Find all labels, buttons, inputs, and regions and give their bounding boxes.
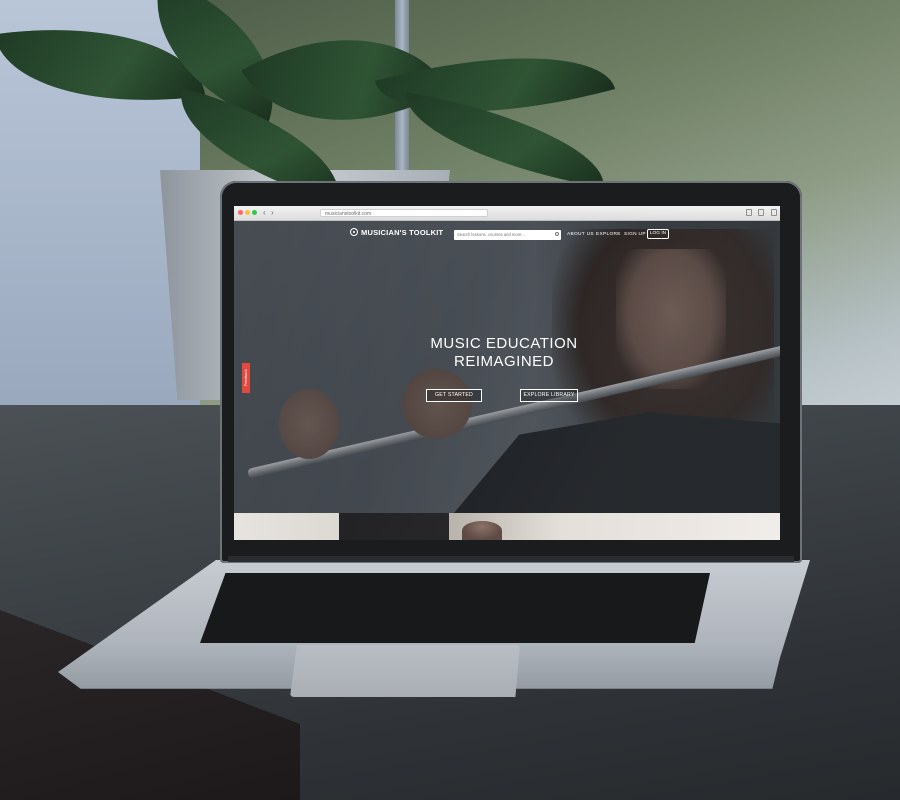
- hero-title: MUSIC EDUCATION REIMAGINED: [384, 335, 624, 371]
- chevron-left-icon[interactable]: ‹: [263, 208, 266, 218]
- logo-icon: [350, 228, 358, 236]
- site-logo[interactable]: MUSICIAN'S TOOLKIT: [350, 226, 443, 238]
- tabs-icon[interactable]: [758, 209, 764, 216]
- search-input[interactable]: Search lessons, courses and more...: [454, 230, 561, 240]
- site-header: MUSICIAN'S TOOLKIT Search lessons, cours…: [234, 221, 780, 241]
- sidebar-icon[interactable]: [771, 209, 777, 216]
- explore-library-button[interactable]: EXPLORE LIBRARY: [520, 389, 578, 402]
- browser-toolbar: ‹ › musicianstoolkit.com: [234, 206, 780, 221]
- address-bar[interactable]: musicianstoolkit.com: [320, 209, 488, 217]
- close-window-icon[interactable]: [238, 210, 243, 215]
- maximize-window-icon[interactable]: [252, 210, 257, 215]
- hero-section: MUSICIAN'S TOOLKIT Search lessons, cours…: [234, 221, 780, 513]
- search-icon[interactable]: [555, 232, 559, 236]
- below-fold-image: [339, 513, 449, 540]
- minimize-window-icon[interactable]: [245, 210, 250, 215]
- share-icon[interactable]: [746, 209, 752, 216]
- laptop-screen: ‹ › musicianstoolkit.com MUSICIAN'S TOOL…: [234, 206, 780, 540]
- hero-title-line2: REIMAGINED: [453, 353, 554, 370]
- below-fold-section: [234, 513, 780, 540]
- nav-sign-up[interactable]: SIGN UP: [624, 232, 646, 237]
- nav-about-us[interactable]: ABOUT US: [567, 232, 594, 237]
- laptop-trackpad: [290, 645, 520, 697]
- laptop-keyboard: [200, 573, 710, 643]
- hero-title-line1: MUSIC EDUCATION: [430, 335, 578, 352]
- get-started-button[interactable]: GET STARTED: [426, 389, 482, 402]
- nav-explore[interactable]: EXPLORE: [596, 232, 621, 237]
- chevron-right-icon[interactable]: ›: [271, 208, 274, 218]
- feedback-tab[interactable]: Feedback: [242, 363, 250, 393]
- login-button[interactable]: LOG IN: [647, 229, 669, 239]
- below-fold-person-image: [462, 521, 502, 540]
- logo-text: MUSICIAN'S TOOLKIT: [361, 227, 444, 237]
- laptop-hinge: [228, 556, 794, 562]
- search-placeholder: Search lessons, courses and more...: [457, 232, 525, 237]
